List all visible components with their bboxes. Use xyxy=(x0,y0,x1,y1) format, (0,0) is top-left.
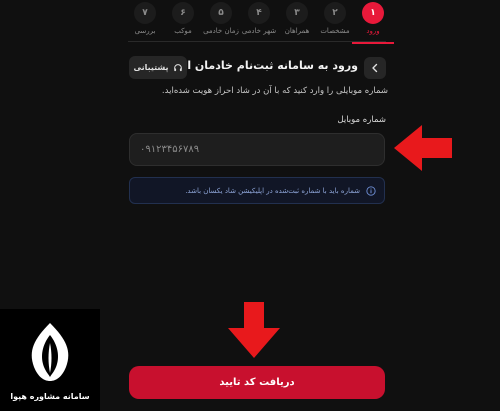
step-label: ورود xyxy=(366,27,380,35)
annotation-arrow-left-icon xyxy=(394,125,452,171)
step-label: همراهان xyxy=(284,27,310,35)
step-label: مشخصات xyxy=(320,27,350,35)
support-label: پشتیبانی xyxy=(133,63,169,72)
support-button[interactable]: پشتیبانی xyxy=(129,56,187,79)
logo-text: سامانه مشاوره هپوا xyxy=(10,392,90,401)
get-code-button[interactable]: دریافت کد تایید xyxy=(129,366,385,399)
page-subtitle: شماره موبایلی را وارد کنید که با آن در ش… xyxy=(161,86,388,96)
step-review[interactable]: ۷ بررسی xyxy=(128,0,162,40)
flame-logo-icon xyxy=(31,323,69,381)
step-number: ۳ xyxy=(286,2,308,24)
info-text: شماره باید با شماره ثبت‌شده در اپلیکیشن … xyxy=(185,186,360,195)
step-number: ۲ xyxy=(324,2,346,24)
back-button[interactable] xyxy=(364,57,386,79)
annotation-arrow-down-icon xyxy=(228,302,280,358)
page: ۱ ورود ۲ مشخصات ۳ همراهان ۴ شهر خادمی ۵ … xyxy=(0,0,500,411)
step-city[interactable]: ۴ شهر خادمی xyxy=(242,0,276,40)
phone-input[interactable]: ۰۹۱۲۳۴۵۶۷۸۹ xyxy=(129,133,385,166)
headset-icon xyxy=(173,63,182,71)
step-label: بررسی xyxy=(134,27,156,35)
step-number: ۱ xyxy=(362,2,384,24)
step-mokeb[interactable]: ۶ موکب xyxy=(166,0,200,40)
info-icon xyxy=(366,185,376,196)
step-companions[interactable]: ۳ همراهان xyxy=(280,0,314,40)
stepper-divider xyxy=(128,41,386,42)
step-label: شهر خادمی xyxy=(241,27,277,35)
step-number: ۵ xyxy=(210,2,232,24)
step-label: موکب xyxy=(174,27,192,35)
chevron-left-icon xyxy=(372,63,378,73)
stepper: ۱ ورود ۲ مشخصات ۳ همراهان ۴ شهر خادمی ۵ … xyxy=(128,0,394,44)
step-login[interactable]: ۱ ورود xyxy=(352,0,394,44)
step-number: ۴ xyxy=(248,2,270,24)
info-box: شماره باید با شماره ثبت‌شده در اپلیکیشن … xyxy=(129,177,385,204)
step-label: زمان خادمی xyxy=(203,27,239,35)
brand-logo: سامانه مشاوره هپوا xyxy=(0,309,100,411)
step-profile[interactable]: ۲ مشخصات xyxy=(318,0,352,40)
phone-field-label: شماره موبایل xyxy=(337,115,386,125)
step-number: ۷ xyxy=(134,2,156,24)
step-number: ۶ xyxy=(172,2,194,24)
step-time[interactable]: ۵ زمان خادمی xyxy=(203,0,239,40)
page-title: ورود به سامانه ثبت‌نام خادمان ا... xyxy=(174,59,358,72)
